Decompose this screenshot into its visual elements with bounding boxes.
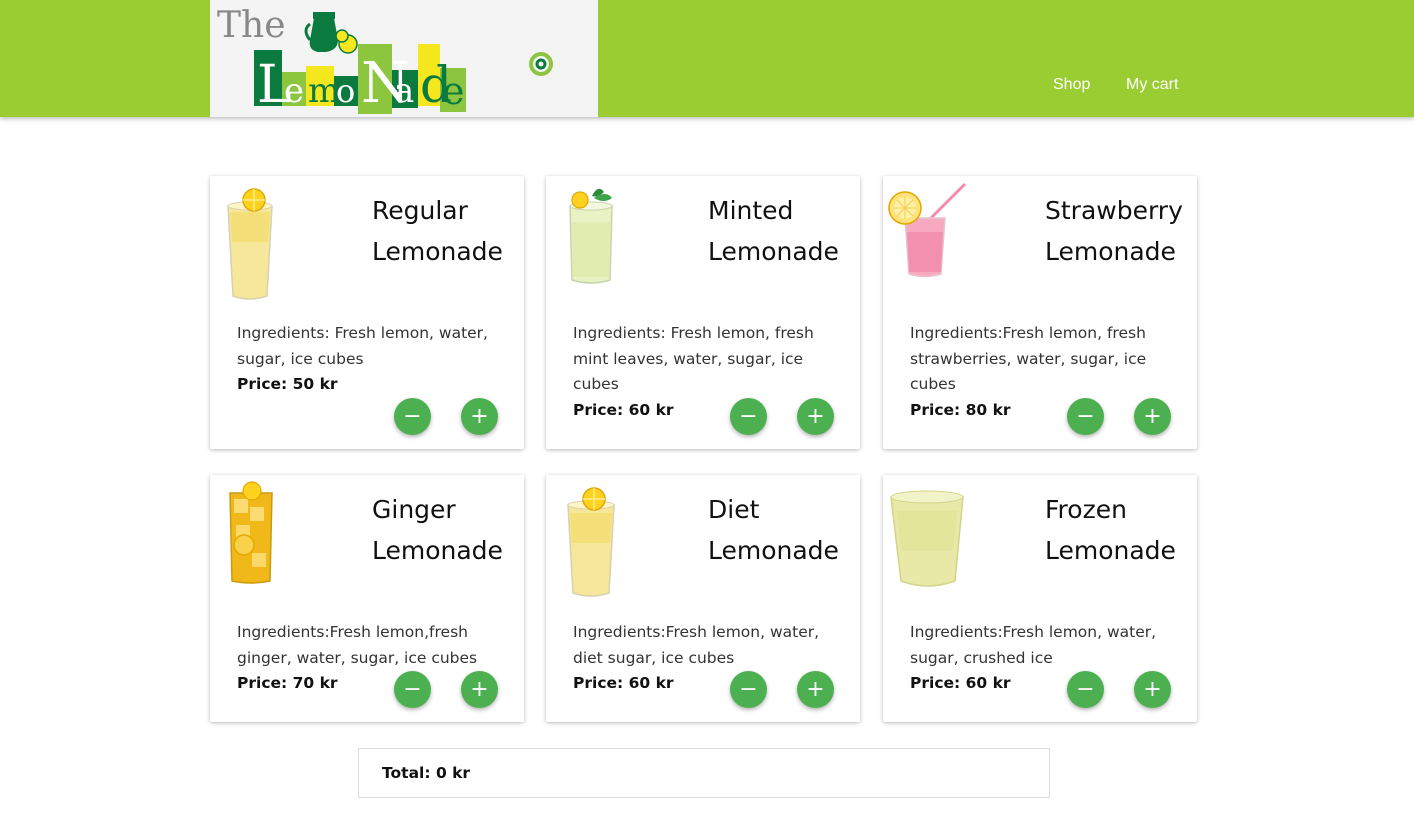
product-ingredients: Ingredients: Fresh lemon, water, sugar, … (237, 321, 497, 398)
increase-button[interactable]: + (1134, 671, 1171, 708)
product-ingredients: Ingredients: Fresh lemon, fresh mint lea… (573, 321, 833, 423)
strawberry-lemonade-glass-icon (885, 182, 975, 302)
frozen-lemonade-cup-icon (889, 481, 979, 601)
product-card-diet: Diet Lemonade Ingredients:Fresh lemon, w… (546, 475, 860, 722)
product-price: Price: 70 kr (237, 674, 338, 692)
product-title: Diet Lemonade (708, 495, 839, 565)
lemonade-glass-icon (222, 182, 312, 302)
product-price: Price: 60 kr (910, 674, 1011, 692)
ginger-lemonade-glass-icon (222, 481, 312, 601)
product-price: Price: 60 kr (573, 674, 674, 692)
product-card-minted: Minted Lemonade Ingredients: Fresh lemon… (546, 176, 860, 449)
product-ingredients: Ingredients:Fresh lemon, fresh strawberr… (910, 321, 1170, 423)
product-card-frozen: Frozen Lemonade Ingredients:Fresh lemon,… (883, 475, 1197, 722)
jug-icon (304, 12, 358, 54)
diet-lemonade-glass-icon (558, 481, 648, 601)
svg-text:e: e (442, 69, 465, 113)
product-price: Price: 80 kr (910, 400, 1011, 419)
svg-text:The: The (217, 5, 286, 46)
product-ingredients: Ingredients:Fresh lemon,fresh ginger, wa… (237, 620, 497, 697)
cart-total: Total: 0 kr (382, 764, 471, 782)
decrease-button[interactable]: − (1067, 671, 1104, 708)
decrease-button[interactable]: − (730, 671, 767, 708)
increase-button[interactable]: + (461, 671, 498, 708)
product-ingredients: Ingredients:Fresh lemon, water, sugar, c… (910, 620, 1170, 697)
decrease-button[interactable]: − (730, 398, 767, 435)
product-ingredients: Ingredients:Fresh lemon, water, diet sug… (573, 620, 833, 697)
svg-text:a: a (394, 71, 414, 111)
increase-button[interactable]: + (461, 398, 498, 435)
increase-button[interactable]: + (797, 398, 834, 435)
svg-text:o: o (336, 72, 355, 110)
product-price: Price: 60 kr (573, 400, 674, 419)
cart-total-box: Total: 0 kr (358, 748, 1050, 798)
nav-my-cart[interactable]: My cart (1126, 76, 1178, 94)
product-title: Strawberry Lemonade (1045, 196, 1183, 266)
svg-text:e: e (284, 71, 304, 111)
decrease-button[interactable]: − (394, 398, 431, 435)
product-card-strawberry: Strawberry Lemonade Ingredients:Fresh le… (883, 176, 1197, 449)
product-price: Price: 50 kr (237, 375, 338, 393)
decrease-button[interactable]: − (1067, 398, 1104, 435)
mint-lemonade-glass-icon (558, 182, 648, 302)
product-card-ginger: Ginger Lemonade Ingredients:Fresh lemon,… (210, 475, 524, 722)
product-title: Ginger Lemonade (372, 495, 503, 565)
product-title: Frozen Lemonade (1045, 495, 1176, 565)
product-card-regular: Regular Lemonade Ingredients: Fresh lemo… (210, 176, 524, 449)
product-title: Minted Lemonade (708, 196, 839, 266)
swirl-icon (529, 52, 553, 76)
lemonade-logo[interactable]: The L e m o N a d e (210, 0, 598, 117)
decrease-button[interactable]: − (394, 671, 431, 708)
product-title: Regular Lemonade (372, 196, 503, 266)
navbar: The L e m o N a d e Shop My cart (0, 0, 1414, 117)
nav-shop[interactable]: Shop (1053, 76, 1090, 94)
increase-button[interactable]: + (1134, 398, 1171, 435)
increase-button[interactable]: + (797, 671, 834, 708)
